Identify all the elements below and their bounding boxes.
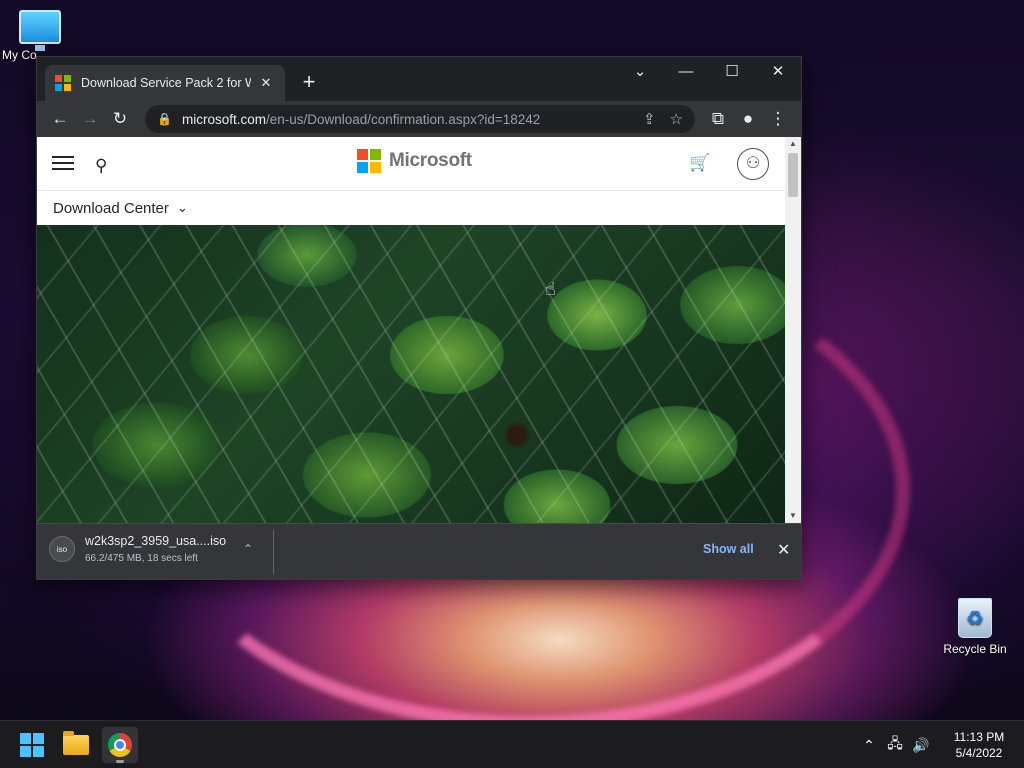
hamburger-menu-icon[interactable] bbox=[52, 156, 74, 174]
url-host: microsoft.com bbox=[181, 111, 266, 127]
download-shelf: iso w2k3sp2_3959_usa....iso 66.2/475 MB,… bbox=[37, 523, 801, 579]
desktop-icon-label: Recycle Bin bbox=[943, 642, 1007, 656]
show-hidden-icons-chevron-icon[interactable]: ⌃ bbox=[856, 737, 882, 754]
browser-window: Download Service Pack 2 for Win ✕ + ⌄ — … bbox=[36, 56, 802, 580]
download-status: 66.2/475 MB, 18 secs left bbox=[85, 553, 198, 564]
desktop-icon-recycle-bin[interactable]: ♻ Recycle Bin bbox=[935, 598, 1015, 656]
tab-search-button[interactable]: ⌄ bbox=[617, 57, 663, 87]
address-bar[interactable]: 🔒 microsoft.com /en-us/Download/confirma… bbox=[145, 105, 695, 133]
microsoft-header: ⚲ Microsoft 🛒 ⚇ bbox=[37, 137, 801, 191]
extensions-icon[interactable]: ⧉ bbox=[703, 104, 733, 134]
page-scrollbar[interactable]: ▲ ▼ bbox=[785, 137, 801, 523]
network-icon[interactable]: 🖧 bbox=[882, 733, 908, 757]
recycle-bin-icon: ♻ bbox=[958, 598, 992, 638]
close-shelf-icon[interactable]: ✕ bbox=[777, 540, 790, 560]
desktop-icon-my-computer[interactable]: My Co bbox=[0, 10, 80, 62]
scrollbar-thumb[interactable] bbox=[788, 153, 798, 197]
cart-icon[interactable]: 🛒 bbox=[689, 153, 710, 173]
maximize-button[interactable]: ☐ bbox=[709, 57, 755, 87]
taskbar-file-explorer[interactable] bbox=[58, 727, 94, 763]
back-button[interactable]: ← bbox=[45, 104, 75, 134]
lock-icon[interactable]: 🔒 bbox=[157, 112, 172, 126]
new-tab-button[interactable]: + bbox=[295, 69, 323, 97]
download-options-chevron-icon[interactable]: ⌃ bbox=[243, 542, 253, 556]
url-path: /en-us/Download/confirmation.aspx?id=182… bbox=[265, 111, 541, 127]
window-controls: ⌄ — ☐ ✕ bbox=[617, 57, 801, 87]
browser-menu-icon[interactable]: ⋮ bbox=[763, 104, 793, 134]
reload-button[interactable]: ↻ bbox=[105, 104, 135, 134]
scroll-down-icon[interactable]: ▼ bbox=[785, 509, 801, 523]
tab-active[interactable]: Download Service Pack 2 for Win ✕ bbox=[45, 65, 285, 101]
scroll-up-icon[interactable]: ▲ bbox=[785, 137, 801, 151]
clock-date: 5/4/2022 bbox=[955, 746, 1003, 760]
chevron-down-icon: ⌄ bbox=[176, 200, 188, 215]
volume-icon[interactable]: 🔊 bbox=[908, 737, 934, 754]
hero-image bbox=[37, 225, 785, 523]
tab-close-icon[interactable]: ✕ bbox=[257, 75, 275, 91]
microsoft-favicon-icon bbox=[55, 75, 71, 91]
microsoft-logo[interactable]: Microsoft bbox=[357, 149, 472, 173]
bookmark-star-icon[interactable]: ☆ bbox=[670, 110, 683, 128]
start-icon bbox=[20, 733, 44, 757]
tab-title: Download Service Pack 2 for Win bbox=[81, 76, 251, 90]
iso-file-icon: iso bbox=[49, 536, 75, 562]
microsoft-wordmark: Microsoft bbox=[389, 150, 472, 171]
chrome-icon bbox=[108, 733, 132, 757]
clock-time: 11:13 PM bbox=[953, 730, 1005, 744]
search-icon[interactable]: ⚲ bbox=[95, 156, 107, 176]
download-file-name: w2k3sp2_3959_usa....iso bbox=[85, 534, 227, 548]
show-all-button[interactable]: Show all bbox=[703, 542, 754, 556]
profile-icon[interactable]: ● bbox=[733, 104, 763, 134]
file-explorer-icon bbox=[63, 731, 89, 755]
microsoft-logo-icon bbox=[357, 149, 381, 173]
hand-cursor-icon: ☝ bbox=[545, 279, 556, 299]
download-item[interactable]: iso w2k3sp2_3959_usa....iso 66.2/475 MB,… bbox=[49, 534, 226, 564]
close-window-button[interactable]: ✕ bbox=[755, 57, 801, 87]
shelf-divider bbox=[273, 530, 274, 574]
computer-icon bbox=[19, 10, 61, 51]
clock[interactable]: 11:13 PM 5/4/2022 bbox=[934, 729, 1024, 761]
share-icon[interactable]: ⇪ bbox=[643, 110, 656, 128]
download-center-nav[interactable]: Download Center ⌄ bbox=[37, 191, 801, 225]
tab-strip: Download Service Pack 2 for Win ✕ + ⌄ — … bbox=[37, 57, 801, 101]
system-tray: ⌃ 🖧 🔊 11:13 PM 5/4/2022 bbox=[856, 721, 1024, 768]
account-icon[interactable]: ⚇ bbox=[737, 148, 769, 180]
running-indicator bbox=[116, 760, 124, 763]
download-center-label: Download Center bbox=[53, 199, 169, 217]
taskbar-chrome[interactable] bbox=[102, 727, 138, 763]
page-viewport: ⚲ Microsoft 🛒 ⚇ Download Center ⌄ ☝ ▲ ▼ bbox=[37, 137, 801, 523]
taskbar: ⌃ 🖧 🔊 11:13 PM 5/4/2022 bbox=[0, 720, 1024, 768]
start-button[interactable] bbox=[14, 727, 50, 763]
minimize-button[interactable]: — bbox=[663, 57, 709, 87]
browser-toolbar: ← → ↻ 🔒 microsoft.com /en-us/Download/co… bbox=[37, 101, 801, 137]
forward-button[interactable]: → bbox=[75, 104, 105, 134]
